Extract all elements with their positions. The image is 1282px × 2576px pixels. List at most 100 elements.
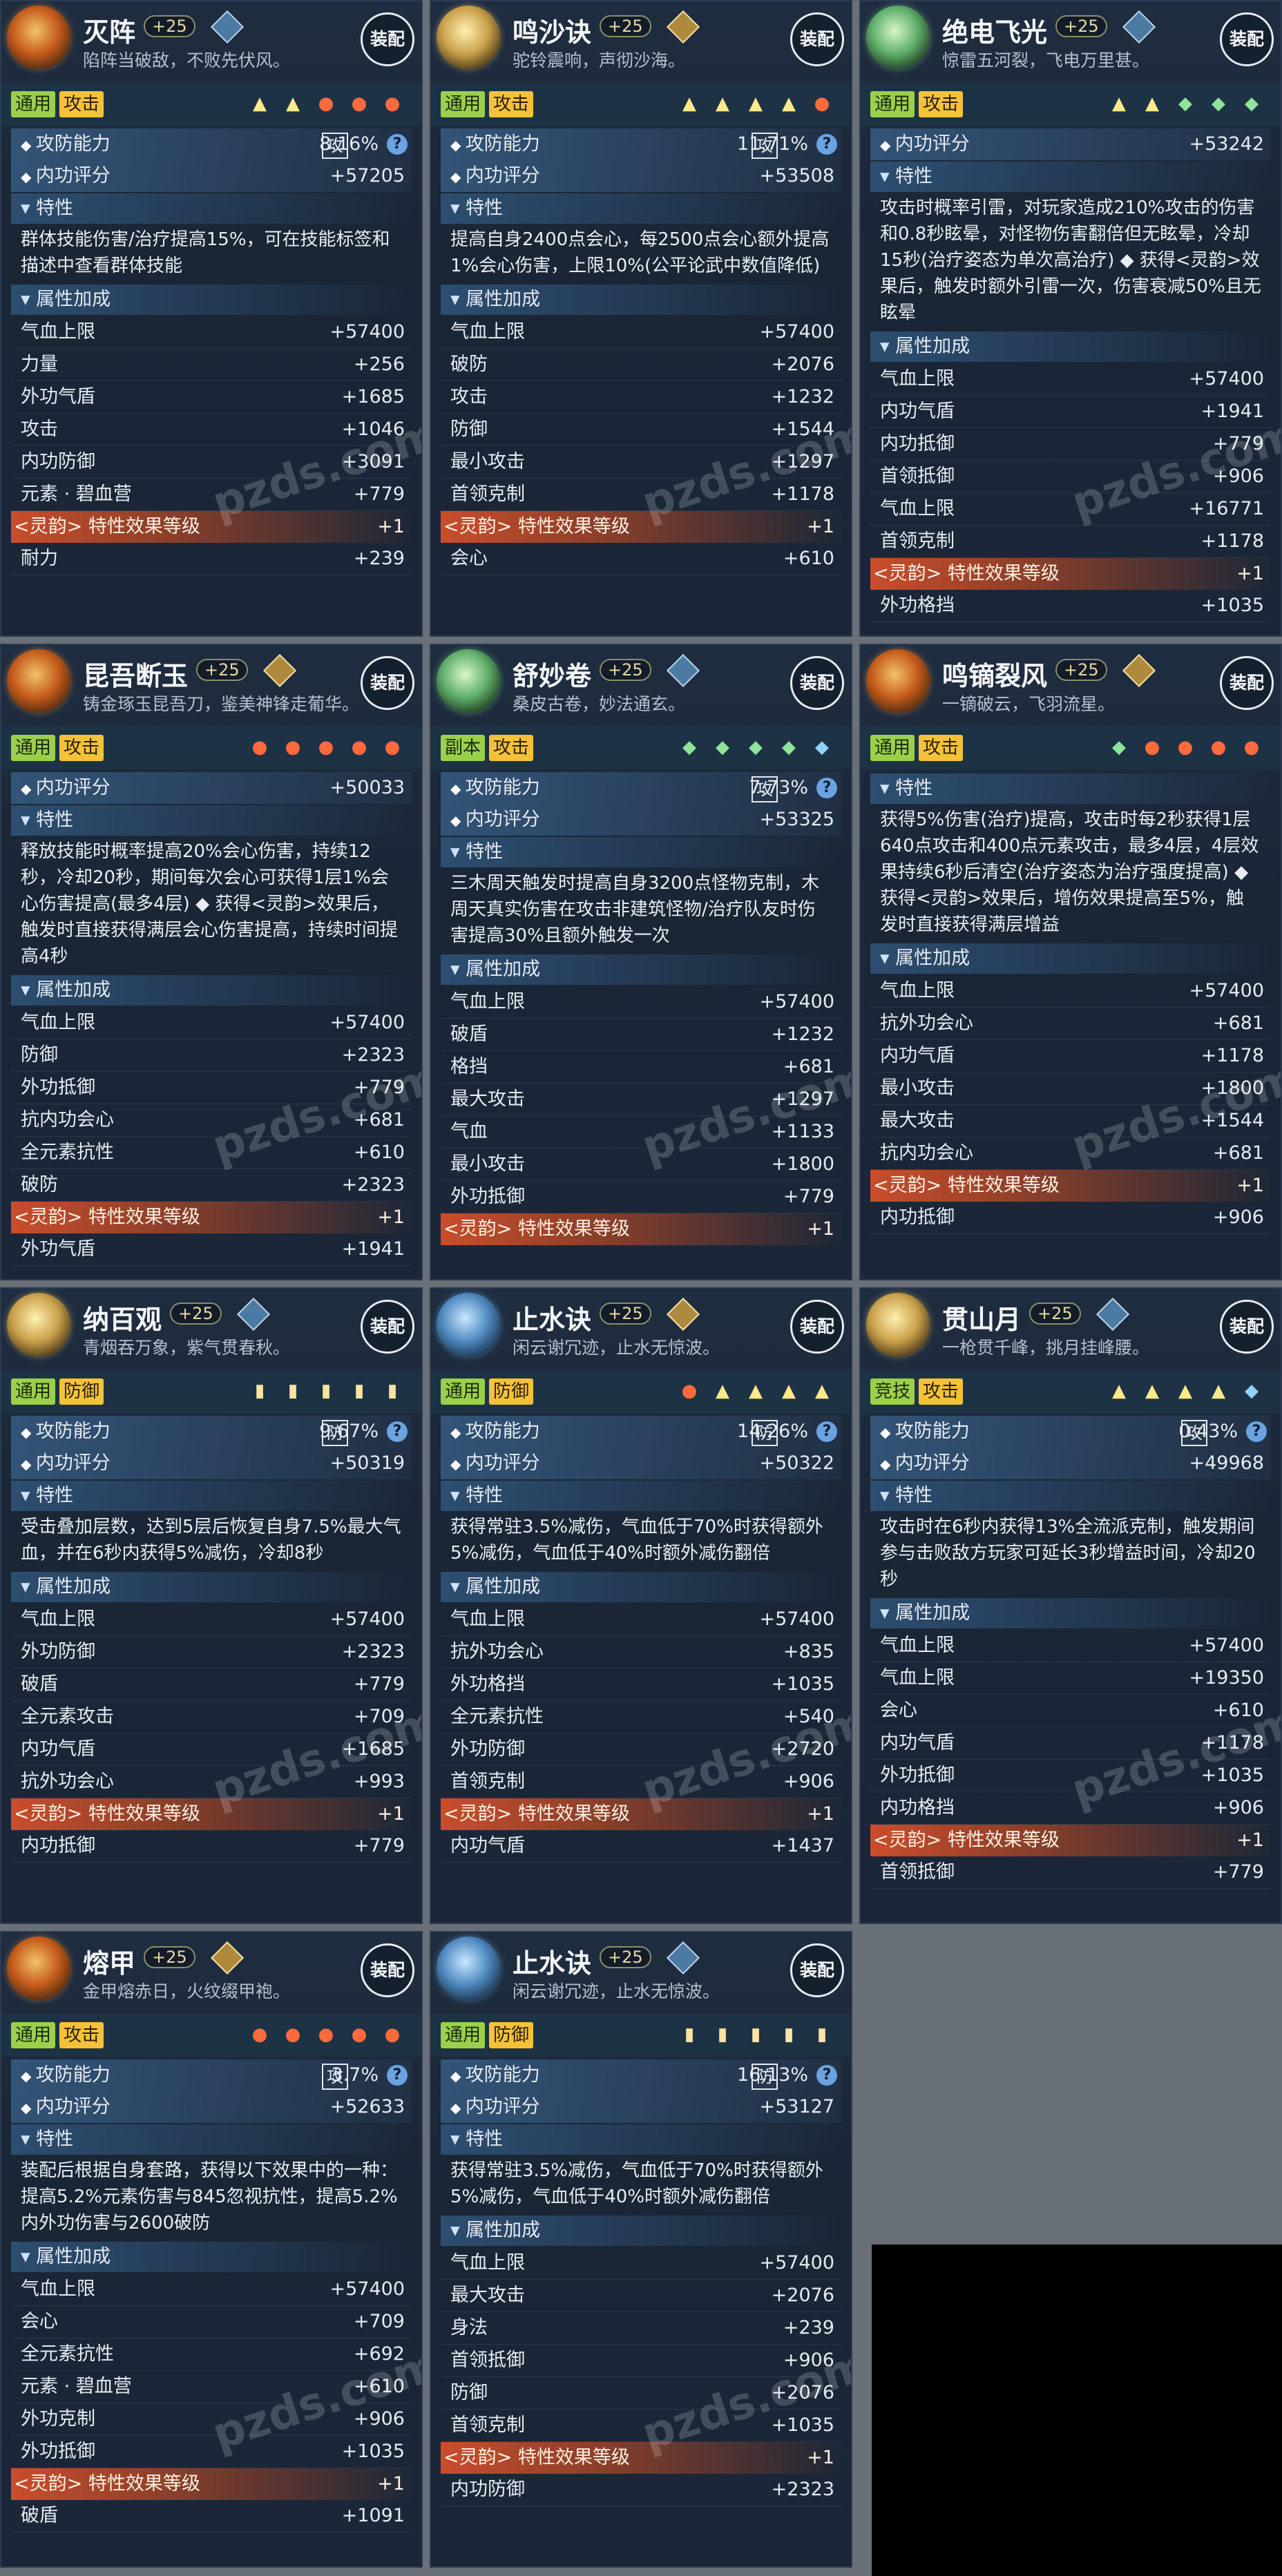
equip-button[interactable]: 装配 <box>1220 12 1274 66</box>
help-icon[interactable]: ? <box>387 134 408 155</box>
neigong-card[interactable]: 鸣沙诀 +25 驼铃震响，声彻沙海。 装配通用攻击 ▲ ▲ ▲ ▲ ● 攻防能力攻11.71%?内… <box>430 0 852 637</box>
attribute-value: +709 <box>353 1706 405 1727</box>
trait-section-header[interactable]: 特性 <box>870 162 1271 192</box>
trait-section-header[interactable]: 特性 <box>11 1481 412 1511</box>
attribute-value: +681 <box>1212 1142 1264 1164</box>
attribute-section-header[interactable]: 属性加成 <box>870 331 1271 362</box>
attribute-row: 全元素抗性 +540 <box>441 1701 841 1733</box>
attribute-value: +1035 <box>1200 1765 1264 1786</box>
tag-row: 通用 攻击 ▲ ▲ ▲ ▲ ● <box>431 83 851 126</box>
attribute-section-header[interactable]: 属性加成 <box>11 285 412 315</box>
trait-section-header[interactable]: 特性 <box>11 2124 412 2155</box>
neigong-card[interactable]: 贯山月 +25 一枪贯千峰，挑月挂峰腰。 装配竞技攻击 ▲ ▲ ▲ ▲ ◆ 攻防能力攻0.43%?… <box>859 1287 1282 1924</box>
attribute-value: +57400 <box>759 321 834 343</box>
attribute-name: 全元素攻击 <box>21 1706 114 1727</box>
attribute-section-header[interactable]: 属性加成 <box>441 1572 841 1602</box>
help-icon[interactable]: ? <box>387 2065 408 2086</box>
equip-button[interactable]: 装配 <box>361 656 414 710</box>
neigong-card[interactable]: 纳百观 +25 青烟吞万象，紫气贯春秋。 装配通用防御 ▮ ▮ ▮ ▮ ▮ 攻防能力防9.67%?… <box>0 1287 423 1924</box>
category-tag: 通用 <box>441 91 486 117</box>
lingyun-value: +1 <box>377 516 405 537</box>
trait-section-header[interactable]: 特性 <box>441 1481 841 1511</box>
score-row: 内功评分 +49968 <box>870 1448 1271 1479</box>
attribute-name: 抗外功会心 <box>21 1771 114 1792</box>
trait-section-header[interactable]: 特性 <box>11 805 412 836</box>
skill-icon <box>866 6 930 69</box>
equip-button[interactable]: 装配 <box>790 656 844 710</box>
trait-section-header[interactable]: 特性 <box>441 837 841 867</box>
category-tag: 防御 <box>489 2022 534 2048</box>
help-icon[interactable]: ? <box>816 134 837 155</box>
score-label: 内功评分 <box>21 2091 111 2124</box>
stat-row: 攻防能力攻3.7%? <box>11 2059 412 2091</box>
attribute-row: 气血上限 +57400 <box>11 1604 412 1636</box>
attribute-value: +1035 <box>341 2441 405 2462</box>
attribute-value: +779 <box>353 1835 405 1856</box>
card-header: 鸣镝裂风 +25 一镝破云，飞羽流星。 装配 <box>861 645 1281 727</box>
equip-button[interactable]: 装配 <box>790 12 844 66</box>
attribute-row: 内功气盾 +1178 <box>870 1727 1271 1760</box>
level-badge: +25 <box>1055 15 1107 37</box>
rune-mark-icon: ▮ <box>354 1381 365 1401</box>
attribute-section-header[interactable]: 属性加成 <box>11 2242 412 2272</box>
neigong-card[interactable]: 熔甲 +25 金甲熔赤日，火纹缀甲袍。 装配通用攻击 ● ● ● ● ● 攻防能力攻3.7%?内功… <box>0 1931 423 2568</box>
neigong-card[interactable]: 舒妙卷 +25 桑皮古卷，妙法通玄。 装配副本攻击 ◆ ◆ ◆ ◆ ◆ 攻防能力攻7.73%?内功… <box>430 644 852 1280</box>
attribute-row: 内功气盾 +1941 <box>870 396 1271 428</box>
attribute-section-header[interactable]: 属性加成 <box>870 1598 1271 1628</box>
attribute-section-header[interactable]: 属性加成 <box>11 1572 412 1602</box>
equip-button[interactable]: 装配 <box>790 1943 844 1997</box>
category-tag: 通用 <box>870 91 915 117</box>
neigong-card[interactable]: 灭阵+25陷阵当破敌，不败先伏风。装配通用攻击▲▲●●●攻防能力攻8.16%?内… <box>0 0 423 637</box>
equip-button[interactable]: 装配 <box>1220 1300 1274 1354</box>
neigong-card[interactable]: 绝电飞光 +25 惊雷五河裂，飞电万里甚。 装配通用攻击 ▲ ▲ ◆ ◆ ◆ 内功评分 +53242… <box>859 0 1282 637</box>
help-icon[interactable]: ? <box>1246 1421 1267 1442</box>
level-badge: +25 <box>196 659 248 681</box>
attribute-section-header[interactable]: 属性加成 <box>441 285 841 315</box>
equip-button[interactable]: 装配 <box>361 1943 414 1997</box>
attribute-row: 外功防御 +2323 <box>11 1636 412 1669</box>
trait-section-header[interactable]: 特性 <box>11 193 412 224</box>
rune-mark-icon: ▮ <box>783 2024 794 2045</box>
help-icon[interactable]: ? <box>816 1421 837 1442</box>
attribute-row: 最小攻击 +1800 <box>870 1073 1271 1105</box>
category-tag: 攻击 <box>489 91 534 117</box>
trait-section-header[interactable]: 特性 <box>870 1481 1271 1511</box>
attribute-value: +1133 <box>771 1121 834 1142</box>
card-body: 攻防能力攻3.7%?内功评分 +52633 特性装配后根据自身套路，获得以下效果中的… <box>1 2059 421 2566</box>
stat-label: 攻防能力 <box>880 1416 970 1448</box>
attribute-value: +1035 <box>771 1673 834 1695</box>
help-icon[interactable]: ? <box>816 2065 837 2086</box>
attribute-section-header[interactable]: 属性加成 <box>870 943 1271 974</box>
attribute-value: +1685 <box>341 386 405 407</box>
neigong-card[interactable]: 止水诀 +25 闲云谢冗迹，止水无惊波。 装配通用防御 ● ▲ ▲ ▲ ▲ 攻防能力防14.26%… <box>430 1287 852 1924</box>
attribute-value: +57400 <box>759 991 834 1012</box>
neigong-card[interactable]: 鸣镝裂风 +25 一镝破云，飞羽流星。 装配通用攻击 ◆ ● ● ● ● 特性获得5%伤害(治疗)… <box>859 644 1282 1280</box>
rune-mark-icon: ▮ <box>684 2024 695 2045</box>
equip-button[interactable]: 装配 <box>361 12 414 66</box>
trait-section-header[interactable]: 特性 <box>441 2124 841 2155</box>
rune-mark-icon: ● <box>351 737 367 758</box>
trait-section-header[interactable]: 特性 <box>870 773 1271 804</box>
equip-button[interactable]: 装配 <box>1220 656 1274 710</box>
lingyun-value: +1 <box>1236 563 1264 584</box>
attribute-name: 气血上限 <box>21 2278 95 2300</box>
card-motto: 金甲熔赤日，火纹缀甲袍。 <box>83 1981 291 2001</box>
help-icon[interactable]: ? <box>816 778 837 798</box>
lingyun-value: +1 <box>807 1803 834 1825</box>
attribute-name: 首领抵御 <box>450 2349 525 2371</box>
equip-button[interactable]: 装配 <box>361 1300 414 1354</box>
score-label: 内功评分 <box>450 1448 540 1480</box>
neigong-card[interactable]: 昆吾断玉 +25 铸金琢玉昆吾刀，鉴美神锋走葡华。装配通用攻击 ● ● ● ● ● 内功评分 +5… <box>0 644 423 1280</box>
attribute-section-header[interactable]: 属性加成 <box>11 975 412 1006</box>
trait-section-header[interactable]: 特性 <box>441 193 841 224</box>
rune-mark-icon: ◆ <box>716 737 729 758</box>
rune-mark-icon: ▲ <box>286 93 300 114</box>
score-label: 内功评分 <box>450 2091 540 2124</box>
equip-button[interactable]: 装配 <box>790 1300 844 1354</box>
attribute-value: +1800 <box>771 1153 834 1175</box>
attribute-value: +57400 <box>329 1608 405 1630</box>
neigong-card[interactable]: 止水诀 +25 闲云谢冗迹，止水无惊波。 装配通用防御 ▮ ▮ ▮ ▮ ▮ 攻防能力防16.13%… <box>430 1931 852 2568</box>
attribute-section-header[interactable]: 属性加成 <box>441 2215 841 2246</box>
help-icon[interactable]: ? <box>387 1421 408 1442</box>
attribute-section-header[interactable]: 属性加成 <box>441 954 841 985</box>
